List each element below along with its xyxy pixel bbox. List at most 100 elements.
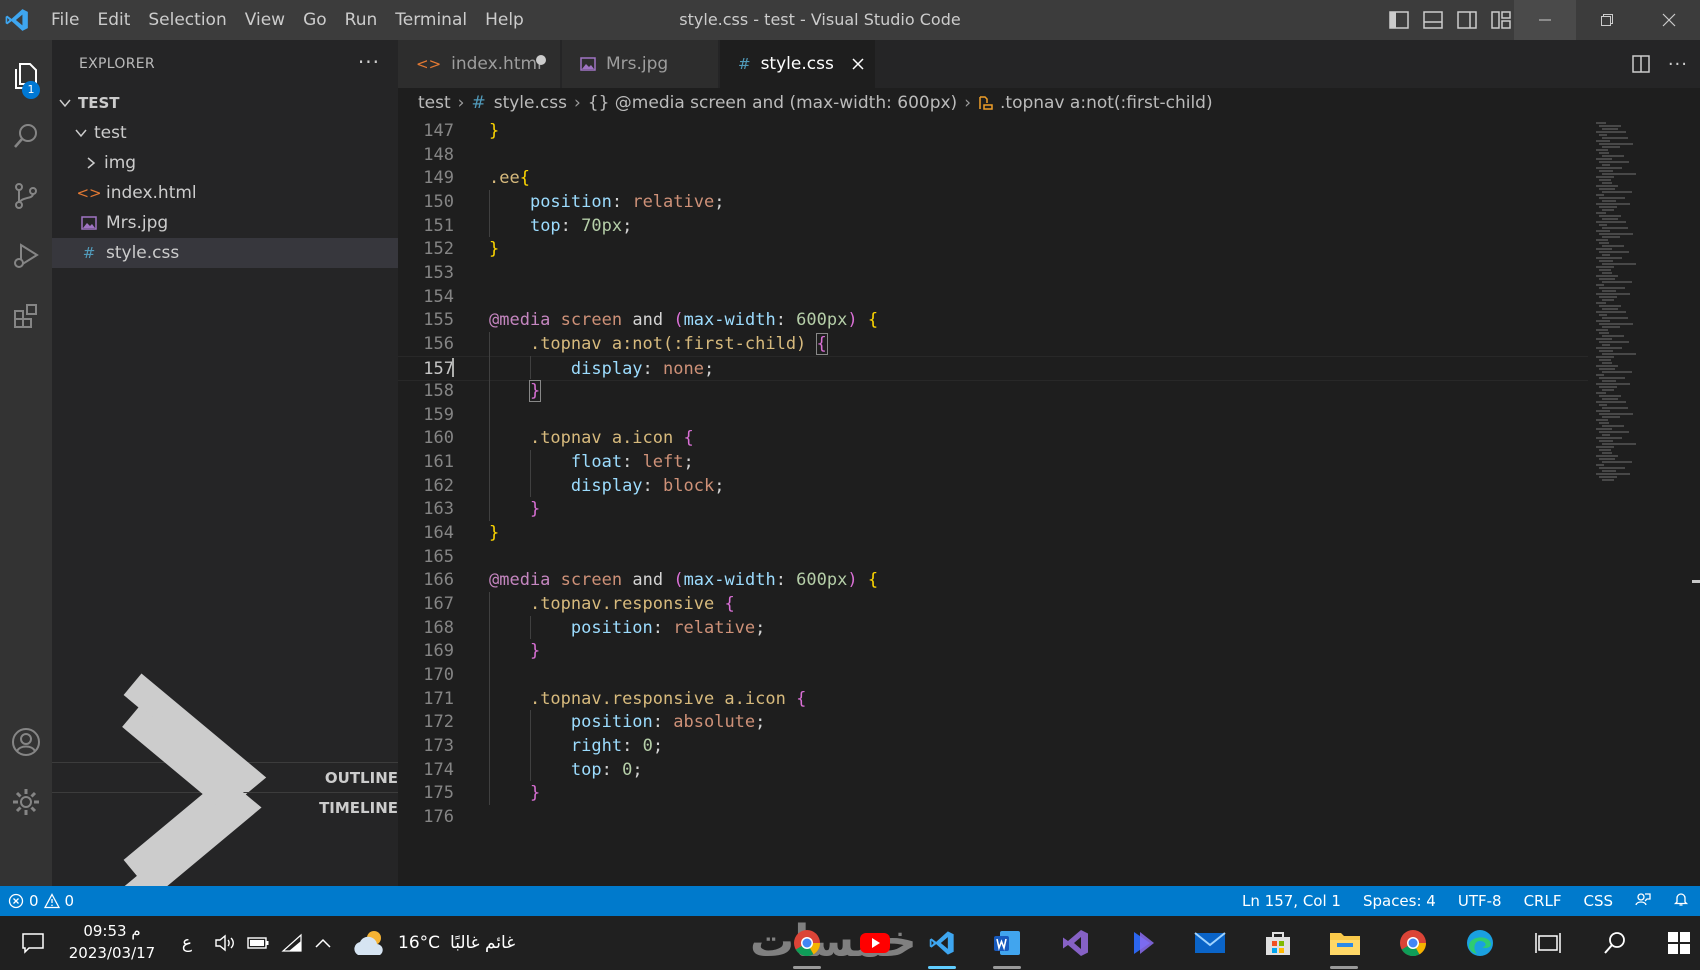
toggle-panel-icon[interactable] [1422, 9, 1444, 31]
system-clock[interactable]: 09:53 م 2023/03/17 [62, 920, 162, 964]
close-window-button[interactable] [1638, 0, 1700, 40]
tab-index-html[interactable]: <> index.html [398, 40, 561, 88]
minimap[interactable] [1592, 118, 1700, 886]
language-mode[interactable]: CSS [1572, 892, 1624, 910]
close-tab-icon[interactable] [851, 57, 865, 71]
code-line[interactable]: 172 position: absolute; [398, 710, 1588, 736]
manage-activity-button[interactable] [0, 776, 52, 828]
toggle-primary-sidebar-icon[interactable] [1388, 9, 1410, 31]
code-line[interactable]: 174 top: 0; [398, 758, 1588, 784]
code-line[interactable]: 159 [398, 403, 1588, 429]
restore-button[interactable] [1576, 0, 1638, 40]
code-line[interactable]: 165 [398, 545, 1588, 571]
code-line[interactable]: 164} [398, 521, 1588, 547]
code-line[interactable]: 175 } [398, 781, 1588, 807]
code-line[interactable]: 160 .topnav a.icon { [398, 426, 1588, 452]
windows-start-icon[interactable] [1662, 926, 1696, 960]
search-activity-button[interactable] [0, 110, 52, 162]
code-line[interactable]: 161 float: left; [398, 450, 1588, 476]
problems-status[interactable]: 0 0 [0, 892, 74, 910]
chrome-icon-2[interactable] [1396, 926, 1430, 960]
code-line[interactable]: 155 @media screen and (max-width: 600px) … [398, 308, 1588, 334]
code-line[interactable]: 171 .topnav.responsive a.icon { [398, 687, 1588, 713]
explorer-item-mrs-jpg[interactable]: Mrs.jpg [52, 208, 398, 238]
customize-layout-icon[interactable] [1490, 9, 1512, 31]
code-line[interactable]: 176 [398, 805, 1588, 831]
chevron-up-icon[interactable] [306, 926, 340, 960]
unsaved-dot-icon[interactable] [536, 55, 546, 65]
menu-file[interactable]: File [42, 0, 88, 40]
code-line[interactable]: 152} [398, 237, 1588, 263]
accounts-activity-button[interactable] [0, 716, 52, 768]
code-line[interactable]: 167 .topnav.responsive { [398, 592, 1588, 618]
extensions-activity-button[interactable] [0, 290, 52, 342]
code-line[interactable]: 147} [398, 119, 1588, 145]
explorer-item-test[interactable]: test [52, 118, 398, 148]
more-actions-icon[interactable]: ··· [358, 50, 380, 74]
encoding[interactable]: UTF-8 [1447, 892, 1513, 910]
source-control-activity-button[interactable] [0, 170, 52, 222]
minimize-button[interactable] [1514, 0, 1576, 40]
menu-run[interactable]: Run [336, 0, 387, 40]
breadcrumb-folder[interactable]: test [418, 93, 451, 113]
explorer-activity-button[interactable]: 1 [0, 50, 52, 102]
more-editor-actions-icon[interactable]: ··· [1668, 54, 1688, 75]
code-line[interactable]: 153 [398, 261, 1588, 287]
microsoft-store-icon[interactable] [1261, 926, 1295, 960]
toggle-secondary-sidebar-icon[interactable] [1456, 9, 1478, 31]
code-line[interactable]: 156 .topnav a:not(:first-child) { [398, 332, 1588, 358]
input-language[interactable]: ع [170, 926, 204, 960]
indentation[interactable]: Spaces: 4 [1352, 892, 1447, 910]
menu-help[interactable]: Help [476, 0, 533, 40]
run-debug-activity-button[interactable] [0, 230, 52, 282]
feedback-icon[interactable] [1624, 891, 1662, 911]
menu-go[interactable]: Go [294, 0, 336, 40]
code-line[interactable]: 148 [398, 143, 1588, 169]
wifi-icon[interactable] [275, 926, 309, 960]
code-line[interactable]: 169 } [398, 639, 1588, 665]
battery-icon[interactable] [241, 926, 275, 960]
visual-studio-icon[interactable] [1058, 926, 1092, 960]
volume-icon[interactable] [208, 926, 242, 960]
code-line[interactable]: 158 } [398, 379, 1588, 405]
breadcrumb-file[interactable]: style.css [494, 93, 567, 113]
menu-view[interactable]: View [236, 0, 294, 40]
explorer-item-style-css[interactable]: # style.css [52, 238, 398, 268]
code-line[interactable]: 166 @media screen and (max-width: 600px) … [398, 568, 1588, 594]
code-line[interactable]: 151 top: 70px; [398, 214, 1588, 240]
code-line[interactable]: 170 [398, 663, 1588, 689]
notification-center-icon[interactable] [16, 926, 50, 960]
timeline-section[interactable]: TIMELINE [52, 705, 398, 910]
mail-icon[interactable] [1193, 926, 1227, 960]
code-line[interactable]: 173 right: 0; [398, 734, 1588, 760]
end-of-line[interactable]: CRLF [1513, 892, 1573, 910]
weather-widget[interactable]: 16°C غائم غالبًا [352, 926, 515, 960]
chrome-icon[interactable] [790, 926, 824, 960]
split-editor-icon[interactable] [1632, 55, 1650, 73]
vscode-taskbar-icon[interactable] [925, 926, 959, 960]
code-line[interactable]: 162 display: block; [398, 474, 1588, 500]
code-line[interactable]: 149 .ee{ [398, 166, 1588, 192]
tab-style-css[interactable]: # style.css [720, 40, 876, 88]
code-line[interactable]: 157 display: none; [398, 355, 1588, 382]
code-line[interactable]: 168 position: relative; [398, 616, 1588, 642]
workspace-root-row[interactable]: TEST [52, 88, 398, 118]
cursor-position[interactable]: Ln 157, Col 1 [1231, 892, 1352, 910]
power-automate-icon[interactable] [1126, 926, 1160, 960]
menu-terminal[interactable]: Terminal [386, 0, 476, 40]
youtube-icon[interactable] [858, 926, 892, 960]
code-line[interactable]: 150 position: relative; [398, 190, 1588, 216]
code-editor[interactable]: 147} 148 149 .ee{150 position: relative; 151… [398, 118, 1700, 886]
code-line[interactable]: 154 [398, 285, 1588, 311]
menu-selection[interactable]: Selection [139, 0, 235, 40]
file-explorer-icon[interactable] [1328, 926, 1362, 960]
menu-edit[interactable]: Edit [88, 0, 139, 40]
word-icon[interactable] [990, 926, 1024, 960]
breadcrumb-media[interactable]: {} @media screen and (max-width: 600px) [588, 93, 957, 113]
edge-icon[interactable] [1463, 926, 1497, 960]
explorer-item-index-html[interactable]: <> index.html [52, 178, 398, 208]
tab-mrs-jpg[interactable]: Mrs.jpg [562, 40, 719, 88]
breadcrumb-selector[interactable]: .topnav a:not(:first-child) [1000, 93, 1213, 113]
explorer-item-img[interactable]: img [52, 148, 398, 178]
notifications-bell-icon[interactable] [1662, 891, 1700, 911]
